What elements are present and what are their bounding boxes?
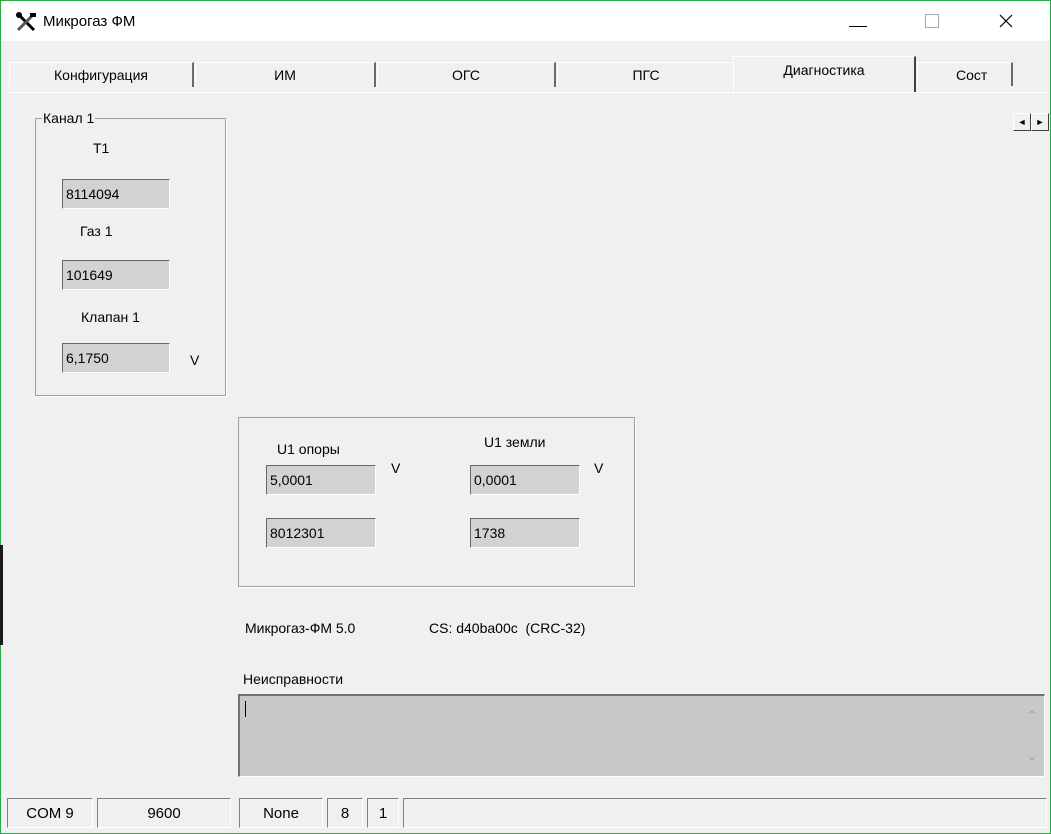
arrow-left-icon: ◄	[1017, 117, 1027, 127]
u1-ref-raw-field[interactable]: 8012301	[266, 518, 376, 548]
valve1-label: Клапан 1	[81, 309, 140, 325]
valve1-unit: V	[190, 352, 200, 368]
valve1-field[interactable]: 6,1750	[62, 343, 170, 373]
tab-im[interactable]: ИМ	[195, 62, 376, 87]
u1-ground-unit: V	[594, 460, 604, 476]
tab-label: Конфигурация	[54, 67, 148, 83]
tab-label: ОГС	[452, 67, 480, 83]
t1-label: Т1	[93, 140, 110, 156]
tab-scroll-arrows: ◄ ►	[1013, 113, 1049, 131]
app-tools-icon	[16, 12, 36, 32]
scroll-down-icon[interactable]: ⌄	[1027, 736, 1038, 776]
tab-strip: Конфигурация ИМ ОГС ПГС Диагностика Сост…	[1, 53, 1050, 131]
gas1-field[interactable]: 101649	[62, 260, 170, 290]
maximize-button[interactable]	[909, 1, 955, 41]
app-window: Микрогаз ФМ Конфигурация ИМ ОГС ПГС Диаг…	[0, 0, 1051, 834]
u1-ref-label: U1 опоры	[277, 441, 340, 457]
background-window-edge	[0, 545, 3, 645]
status-message	[403, 798, 1047, 828]
close-icon	[999, 14, 1013, 28]
u1-ref-field[interactable]: 5,0001	[266, 465, 376, 495]
u1-ref-unit: V	[391, 460, 401, 476]
status-port: COM 9	[7, 798, 93, 828]
scroll-up-icon[interactable]: ⌃	[1027, 696, 1038, 736]
tab-label: Сост	[956, 66, 988, 83]
window-title: Микрогаз ФМ	[43, 13, 136, 30]
tab-diagnostics[interactable]: Диагностика	[733, 56, 916, 92]
faults-scrollbar[interactable]: ⌃ ⌄	[1020, 696, 1044, 776]
maximize-icon	[925, 14, 939, 28]
faults-label: Неисправности	[243, 671, 344, 687]
tab-scroll-right-button[interactable]: ►	[1031, 113, 1049, 131]
u1-ground-raw-field[interactable]: 1738	[470, 518, 580, 548]
status-parity: None	[239, 798, 323, 828]
status-stop-bits: 1	[367, 798, 399, 828]
tab-scroll-left-button[interactable]: ◄	[1013, 113, 1031, 131]
u1-ground-label: U1 земли	[484, 434, 546, 450]
status-bar: COM 9 9600 None 8 1	[1, 796, 1050, 833]
tab-pgs[interactable]: ПГС	[557, 62, 736, 87]
minimize-icon	[849, 25, 867, 27]
gas1-label: Газ 1	[80, 223, 113, 239]
tab-label: ПГС	[632, 67, 660, 83]
t1-field[interactable]: 8114094	[62, 179, 170, 209]
minimize-button[interactable]	[835, 1, 881, 41]
close-button[interactable]	[983, 1, 1029, 41]
tab-ogs[interactable]: ОГС	[377, 62, 556, 87]
tab-page-border	[7, 92, 1047, 93]
u1-ground-field[interactable]: 0,0001	[470, 465, 580, 495]
checksum-text: CS: d40ba00c (CRC-32)	[429, 620, 586, 636]
tab-label: Диагностика	[783, 61, 865, 78]
arrow-right-icon: ►	[1035, 117, 1045, 127]
text-caret	[245, 701, 246, 717]
status-baud: 9600	[97, 798, 231, 828]
tab-configuration[interactable]: Конфигурация	[9, 62, 194, 87]
status-data-bits: 8	[327, 798, 363, 828]
tab-state[interactable]: Сост	[917, 62, 1013, 86]
faults-textarea[interactable]: ⌃ ⌄	[238, 694, 1045, 777]
title-bar[interactable]: Микрогаз ФМ	[1, 1, 1050, 41]
channel-group-title: Канал 1	[42, 110, 96, 126]
tab-label: ИМ	[274, 67, 296, 83]
version-text: Микрогаз-ФМ 5.0	[245, 620, 356, 636]
